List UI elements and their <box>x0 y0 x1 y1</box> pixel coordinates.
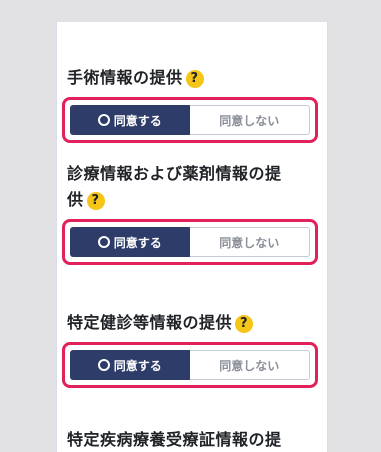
section-title-text: 手術情報の提供 <box>67 68 183 87</box>
consent-toggle-health-checkup: 同意する 同意しない <box>70 350 310 380</box>
agree-label: 同意する <box>113 113 162 128</box>
section-title-medical-and-drug: 診療情報および薬剤情報の提 供? <box>67 161 282 213</box>
section-title-text: 特定健診等情報の提供 <box>67 313 233 332</box>
agree-option[interactable]: 同意する <box>70 227 190 257</box>
consent-toggle-surgery: 同意する 同意しない <box>70 105 310 135</box>
help-icon[interactable]: ? <box>235 315 254 333</box>
disagree-option[interactable]: 同意しない <box>189 350 310 380</box>
agree-label: 同意する <box>113 358 162 373</box>
disagree-label: 同意しない <box>219 358 280 373</box>
agree-label: 同意する <box>113 235 162 250</box>
disagree-label: 同意しない <box>219 235 280 250</box>
consent-form-panel: 手術情報の提供? 同意する 同意しない 診療情報および薬剤情報の提 供? 同意す… <box>56 22 328 452</box>
disagree-label: 同意しない <box>219 113 280 128</box>
section-title-text: 特定疾病療養受療証情報の提 <box>67 430 282 449</box>
consent-toggle-highlight: 同意する 同意しない <box>62 97 318 143</box>
disagree-option[interactable]: 同意しない <box>189 227 310 257</box>
consent-toggle-highlight: 同意する 同意しない <box>62 342 318 388</box>
section-title-surgery: 手術情報の提供? <box>67 65 204 91</box>
agree-option[interactable]: 同意する <box>70 105 190 135</box>
help-icon[interactable]: ? <box>185 70 204 88</box>
help-icon[interactable]: ? <box>86 192 105 210</box>
disagree-option[interactable]: 同意しない <box>189 105 310 135</box>
consent-toggle-highlight: 同意する 同意しない <box>62 219 318 265</box>
consent-toggle-medical-and-drug: 同意する 同意しない <box>70 227 310 257</box>
agree-option[interactable]: 同意する <box>70 350 190 380</box>
radio-circle-icon <box>97 236 110 248</box>
section-title-text: 診療情報および薬剤情報の提 <box>67 164 282 183</box>
radio-circle-icon <box>97 114 110 126</box>
radio-circle-icon <box>97 359 110 371</box>
section-title-text: 供 <box>67 190 84 209</box>
section-title-health-checkup: 特定健診等情報の提供? <box>67 310 254 336</box>
section-title-specific-disease: 特定疾病療養受療証情報の提 <box>67 427 282 452</box>
